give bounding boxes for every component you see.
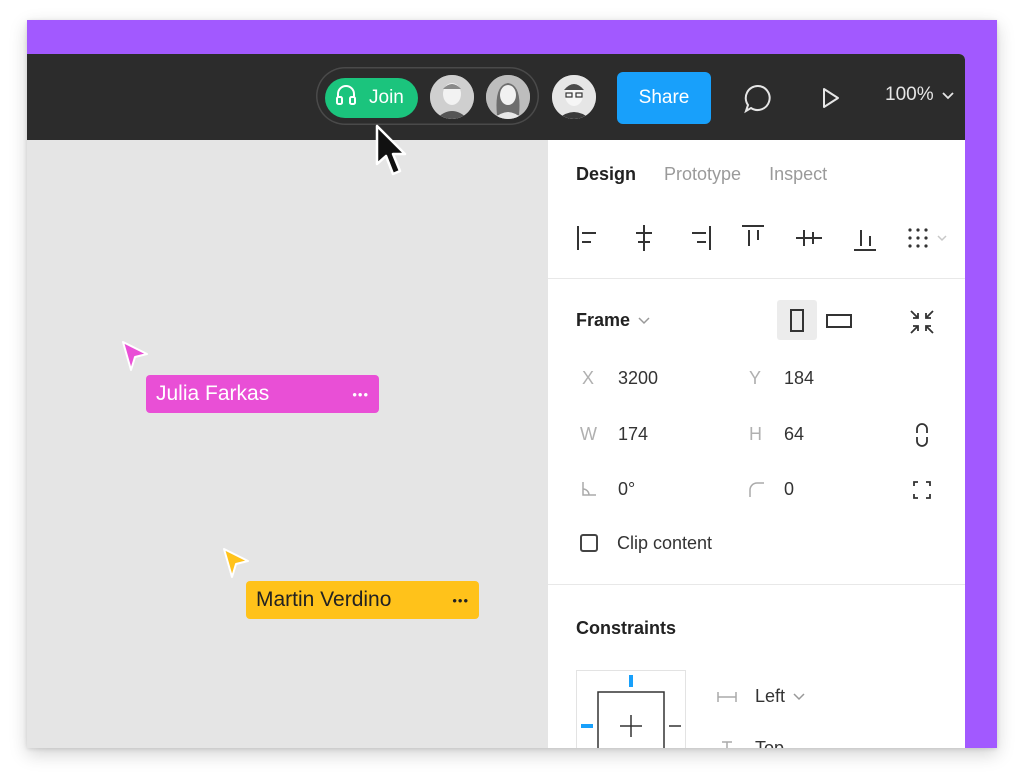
constrain-proportions-icon[interactable] [912,422,932,453]
avatar[interactable] [430,75,474,119]
cursor-pink-icon [120,340,150,379]
align-top-icon[interactable] [742,225,764,246]
collaborator-tag-martin[interactable]: Martin Verdino ••• [246,581,479,619]
design-panel: Design Prototype Inspect Frame X 3200 Y … [547,140,965,748]
vertical-constraint-icon [720,740,734,748]
vertical-constraint-value[interactable]: Top [755,738,784,748]
x-label: X [582,368,595,388]
landscape-icon [826,314,852,328]
comment-icon[interactable] [742,83,774,120]
mouse-cursor-icon [374,124,408,187]
w-input[interactable]: 174 [618,424,648,445]
join-label: Join [369,87,404,108]
horizontal-constraint-value: Left [755,686,786,706]
avatar[interactable] [552,75,596,119]
h-input[interactable]: 64 [784,424,804,445]
headphones-icon [333,82,359,114]
align-vertical-center-icon[interactable] [796,230,822,246]
w-label: W [580,424,597,444]
divider [548,584,965,585]
horizontal-constraint-dropdown[interactable]: Left [755,686,805,707]
rotation-input[interactable]: 0° [618,479,635,500]
constraints-widget[interactable] [576,670,686,748]
rotation-icon [580,480,598,503]
clip-content-label: Clip content [617,533,713,553]
landscape-button[interactable] [820,300,860,340]
share-label: Share [638,87,690,108]
join-button[interactable]: Join [325,78,418,118]
zoom-label: 100% [885,84,934,105]
collaborator-tag-julia[interactable]: Julia Farkas ••• [146,375,379,413]
corner-radius-icon [747,480,765,503]
frame-title: Frame [576,310,631,330]
app-background: Join Share 100% Julia Farkas ••• Martin … [27,20,997,748]
chevron-down-icon[interactable] [937,235,947,242]
tab-design[interactable]: Design [576,164,636,185]
resize-to-fit-icon[interactable] [908,308,936,341]
canvas[interactable]: Julia Farkas ••• Martin Verdino ••• [27,140,547,748]
divider [548,278,965,279]
independent-corners-icon[interactable] [912,480,932,505]
chevron-down-icon [638,312,650,330]
distribute-icon[interactable] [908,228,928,248]
x-input[interactable]: 3200 [618,368,658,389]
alignment-toolbar [574,222,964,259]
constraints-title: Constraints [576,618,677,638]
figma-window: Join Share 100% Julia Farkas ••• Martin … [27,54,965,748]
collaborator-name: Julia Farkas [156,382,270,405]
panel-tabs: Design Prototype Inspect [576,164,827,185]
more-icon[interactable]: ••• [452,593,469,608]
cursor-yellow-icon [221,547,251,586]
align-horizontal-center-icon[interactable] [636,225,652,251]
y-label: Y [749,368,762,388]
top-toolbar: Join Share 100% [27,54,965,140]
corner-radius-input[interactable]: 0 [784,479,794,500]
frame-dropdown[interactable]: Frame [576,310,650,331]
zoom-dropdown[interactable]: 100% [885,84,954,106]
share-button[interactable]: Share [617,72,711,124]
collaborator-name: Martin Verdino [256,588,392,611]
tab-prototype[interactable]: Prototype [664,164,741,185]
chevron-down-icon [941,84,954,106]
h-label: H [749,424,762,444]
clip-content-checkbox[interactable] [580,534,598,552]
portrait-icon [790,309,804,332]
y-input[interactable]: 184 [784,368,814,389]
tab-inspect[interactable]: Inspect [769,164,827,185]
avatar[interactable] [486,75,530,119]
align-right-icon[interactable] [692,226,711,250]
align-bottom-icon[interactable] [854,230,876,251]
horizontal-constraint-icon [716,690,738,709]
portrait-button[interactable] [777,300,817,340]
play-icon[interactable] [820,87,842,114]
more-icon[interactable]: ••• [352,387,369,402]
chevron-down-icon [793,688,805,706]
align-left-icon[interactable] [577,226,596,250]
